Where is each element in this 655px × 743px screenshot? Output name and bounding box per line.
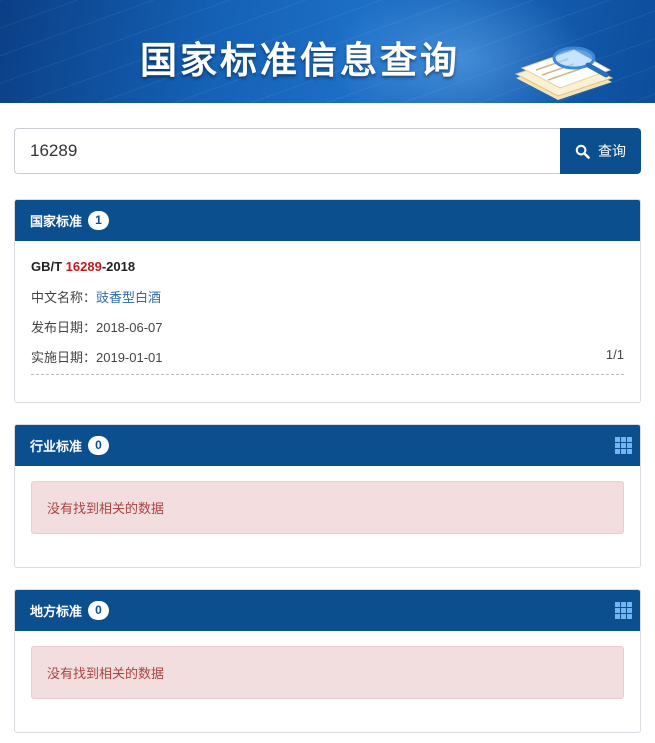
publish-date-row: 发布日期：2018-06-07 — [31, 317, 624, 336]
panel-title: 地方标准 — [30, 605, 83, 620]
industry-standards-panel: 行业标准 0 没有找到相关的数据 — [14, 424, 641, 568]
national-standards-panel: 国家标准 1 GB/T 16289-2018 中文名称：豉香型白酒 发布日期：2… — [14, 199, 641, 403]
panel-header: 地方标准 0 — [15, 590, 640, 631]
pagination-indicator: 1/1 — [605, 347, 624, 362]
panel-title: 国家标准 — [30, 215, 83, 230]
document-magnifier-icon — [514, 46, 614, 100]
grid-icon[interactable] — [615, 602, 633, 620]
panel-header: 行业标准 0 — [15, 425, 640, 466]
code-highlight: 16289 — [65, 259, 102, 274]
panel-title: 行业标准 — [30, 440, 83, 455]
search-button[interactable]: 查询 — [560, 128, 641, 174]
empty-alert: 没有找到相关的数据 — [31, 481, 624, 534]
grid-icon[interactable] — [615, 437, 633, 455]
implement-date-label: 实施日期： — [31, 351, 97, 366]
publish-date-label: 发布日期： — [31, 321, 97, 336]
search-button-label: 查询 — [598, 144, 626, 160]
count-badge: 1 — [88, 211, 110, 230]
search-bar: 查询 — [14, 128, 641, 174]
local-standards-panel: 地方标准 0 没有找到相关的数据 — [14, 589, 641, 733]
count-badge: 0 — [88, 436, 110, 455]
chinese-name-link[interactable]: 豉香型白酒 — [96, 291, 161, 306]
implement-date-value: 2019-01-01 — [96, 350, 163, 365]
search-icon — [575, 144, 590, 159]
chinese-name-row: 中文名称：豉香型白酒 — [31, 287, 624, 306]
divider — [31, 374, 624, 375]
panel-header: 国家标准 1 — [15, 200, 640, 241]
count-badge: 0 — [88, 601, 110, 620]
code-suffix: -2018 — [101, 259, 136, 274]
empty-alert: 没有找到相关的数据 — [31, 646, 624, 699]
standard-code[interactable]: GB/T 16289-2018 — [31, 259, 624, 274]
code-prefix: GB/T — [31, 259, 66, 274]
banner-title: 国家标准信息查询 — [140, 39, 460, 82]
standard-record: GB/T 16289-2018 中文名称：豉香型白酒 发布日期：2018-06-… — [15, 259, 640, 375]
publish-date-value: 2018-06-07 — [96, 320, 163, 335]
implement-date-row: 实施日期：2019-01-01 1/1 — [31, 347, 624, 366]
search-input[interactable] — [14, 128, 560, 174]
banner: 国家标准信息查询 — [0, 0, 655, 103]
chinese-name-label: 中文名称： — [31, 291, 97, 306]
